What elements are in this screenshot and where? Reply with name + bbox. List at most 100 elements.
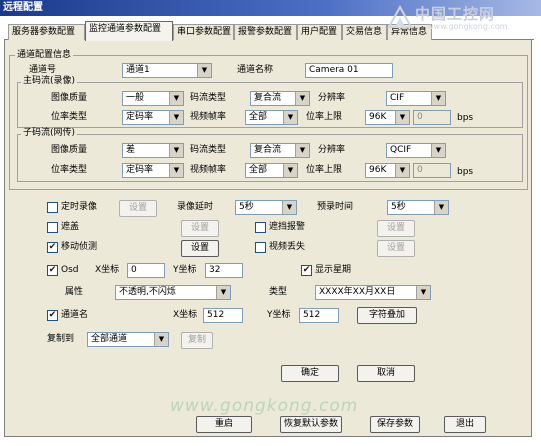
osd-x-input[interactable]: 0 — [127, 263, 165, 278]
sub-framerate-select[interactable]: 全部 ▼ — [245, 163, 298, 178]
main-framerate-select[interactable]: 全部 ▼ — [245, 110, 298, 125]
main-stream-type-select[interactable]: 复合流 ▼ — [250, 91, 310, 106]
channel-name-x-label: X坐标 — [173, 310, 198, 320]
sub-resolution-select[interactable]: QCIF ▼ — [386, 143, 446, 158]
cancel-button[interactable]: 取消 — [357, 365, 415, 382]
chevron-down-icon: ▼ — [216, 286, 230, 299]
watermark-url-text: www.gongkong.com — [427, 22, 508, 31]
main-bitrate-limit-select[interactable]: 96K ▼ — [365, 110, 410, 125]
prerecord-label: 预录时间 — [317, 202, 354, 212]
copy-to-select[interactable]: 全部通道 ▼ — [87, 332, 169, 347]
mask-checkbox[interactable] — [47, 222, 58, 233]
show-week-label: 显示星期 — [315, 265, 352, 275]
copy-button[interactable]: 复制 — [181, 332, 213, 349]
record-delay-label: 录像延时 — [177, 202, 214, 212]
main-resolution-select[interactable]: CIF ▼ — [386, 91, 446, 106]
channel-name-osd-label: 通道名 — [61, 310, 89, 320]
main-bitrate-type-label: 位率类型 — [51, 112, 88, 122]
timed-record-settings-button[interactable]: 设置 — [119, 200, 157, 217]
tab-serial-params[interactable]: 串口参数配置 — [173, 24, 234, 40]
sub-bitrate-type-label: 位率类型 — [51, 165, 88, 175]
video-loss-settings-button[interactable]: 设置 — [377, 240, 415, 257]
chevron-down-icon: ▼ — [295, 92, 309, 105]
main-resolution-label: 分辨率 — [318, 93, 346, 103]
watermark-logo: 中国工控网 www.gongkong.com — [387, 3, 537, 33]
ok-button[interactable]: 确定 — [281, 365, 339, 382]
exit-button[interactable]: 退出 — [444, 416, 486, 433]
chevron-down-icon: ▼ — [431, 92, 445, 105]
copy-to-label: 复制到 — [47, 334, 75, 344]
channel-config-panel: 通道配置信息 通道号 通道1 ▼ 通道名称 Camera 01 主码流(录像) 图… — [4, 40, 532, 437]
channel-name-osd-checkbox[interactable]: ✔ — [47, 310, 58, 321]
main-bitrate-limit-label: 位率上限 — [306, 112, 343, 122]
restart-button[interactable]: 重启 — [196, 416, 252, 433]
block-alarm-checkbox[interactable] — [255, 222, 266, 233]
chevron-down-icon: ▼ — [295, 144, 309, 157]
sub-bitrate-type-select[interactable]: 定码率 ▼ — [122, 163, 184, 178]
watermark-bottom-url: www.gongkong.com — [170, 396, 359, 416]
osd-type-label: 类型 — [269, 287, 288, 297]
char-overlay-button[interactable]: 字符叠加 — [357, 307, 417, 324]
watermark-cn-text: 中国工控网 — [415, 5, 496, 23]
sub-quality-select[interactable]: 差 ▼ — [122, 143, 184, 158]
record-delay-select[interactable]: 5秒 ▼ — [235, 200, 297, 215]
show-week-checkbox[interactable]: ✔ — [301, 265, 312, 276]
chevron-down-icon: ▼ — [416, 286, 430, 299]
osd-attr-select[interactable]: 不透明,不闪烁 ▼ — [115, 285, 231, 300]
chevron-down-icon: ▼ — [431, 144, 445, 157]
chevron-down-icon: ▼ — [283, 164, 297, 177]
channel-name-input[interactable]: Camera 01 — [305, 63, 393, 78]
motion-detect-checkbox[interactable]: ✔ — [47, 242, 58, 253]
tab-channel-params[interactable]: 监控通道参数配置 — [85, 21, 173, 41]
osd-y-label: Y坐标 — [173, 265, 197, 275]
sub-resolution-label: 分辨率 — [318, 145, 346, 155]
osd-type-select[interactable]: XXXX年XX月XX日 ▼ — [315, 285, 431, 300]
osd-checkbox[interactable]: ✔ — [47, 265, 58, 276]
chevron-down-icon: ▼ — [283, 111, 297, 124]
block-alarm-settings-button[interactable]: 设置 — [377, 220, 415, 237]
sub-framerate-label: 视频帧率 — [190, 165, 227, 175]
sub-bitrate-limit-select[interactable]: 96K ▼ — [365, 163, 410, 178]
gongkong-logo-icon — [387, 5, 413, 28]
main-quality-select[interactable]: 一般 ▼ — [122, 91, 184, 106]
osd-y-input[interactable]: 32 — [205, 263, 243, 278]
restore-default-button[interactable]: 恢复默认参数 — [280, 416, 342, 433]
tab-alarm-params[interactable]: 报警参数配置 — [234, 24, 297, 40]
osd-x-label: X坐标 — [95, 265, 120, 275]
mask-settings-button[interactable]: 设置 — [181, 220, 219, 237]
chevron-down-icon: ▼ — [154, 333, 168, 346]
main-stream-type-label: 码流类型 — [190, 93, 227, 103]
main-stream-title: 主码流(录像) — [21, 76, 78, 87]
channel-name-y-input[interactable]: 512 — [299, 308, 339, 323]
channel-name-label: 通道名称 — [237, 65, 274, 75]
main-bitrate-custom-input[interactable]: 0 — [413, 110, 451, 125]
video-loss-checkbox[interactable] — [255, 242, 266, 253]
sub-bitrate-custom-input[interactable]: 0 — [413, 163, 451, 178]
channel-no-select[interactable]: 通道1 ▼ — [122, 63, 212, 78]
channel-name-y-label: Y坐标 — [267, 310, 291, 320]
timed-record-checkbox[interactable] — [47, 202, 58, 213]
tab-transaction-info[interactable]: 交易信息 — [342, 24, 387, 40]
motion-detect-settings-button[interactable]: 设置 — [181, 240, 219, 257]
sub-stream-type-select[interactable]: 复合流 ▼ — [250, 143, 310, 158]
chevron-down-icon: ▼ — [169, 111, 183, 124]
chevron-down-icon: ▼ — [169, 164, 183, 177]
tab-user-config[interactable]: 用户配置 — [297, 24, 342, 40]
main-quality-label: 图像质量 — [51, 93, 88, 103]
main-bps-label: bps — [457, 113, 474, 123]
sub-stream-type-label: 码流类型 — [190, 145, 227, 155]
tab-server-params[interactable]: 服务器参数配置 — [8, 24, 85, 40]
mask-label: 遮盖 — [61, 222, 80, 232]
video-loss-label: 视频丢失 — [269, 242, 306, 252]
prerecord-select[interactable]: 5秒 ▼ — [387, 200, 449, 215]
chevron-down-icon: ▼ — [169, 144, 183, 157]
chevron-down-icon: ▼ — [282, 201, 296, 214]
main-bitrate-type-select[interactable]: 定码率 ▼ — [122, 110, 184, 125]
main-framerate-label: 视频帧率 — [190, 112, 227, 122]
chevron-down-icon: ▼ — [395, 164, 409, 177]
save-params-button[interactable]: 保存参数 — [370, 416, 420, 433]
timed-record-label: 定时录像 — [61, 202, 98, 212]
channel-name-x-input[interactable]: 512 — [203, 308, 243, 323]
sub-bps-label: bps — [457, 167, 474, 177]
osd-label: Osd — [61, 265, 79, 275]
